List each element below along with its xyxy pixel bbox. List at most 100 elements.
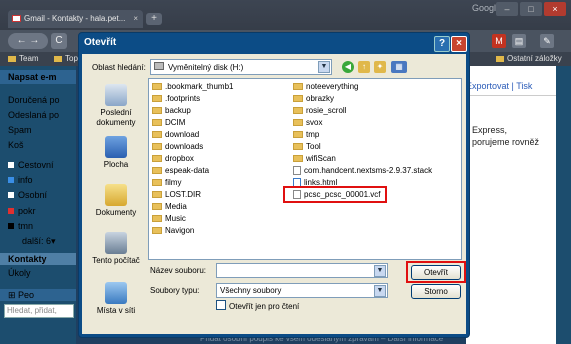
compose-button[interactable]: Napsat e-m — [8, 72, 57, 82]
file-item[interactable]: wifiScan — [293, 154, 336, 164]
reload-button[interactable]: C — [51, 33, 67, 49]
folder-icon — [152, 167, 162, 174]
file-item[interactable]: DCIM — [152, 118, 185, 128]
file-item[interactable]: download — [152, 130, 199, 140]
file-item[interactable]: noteeverything — [293, 82, 358, 92]
cancel-button[interactable]: Storno — [411, 284, 461, 299]
people-icon: ⊞ — [8, 290, 19, 300]
file-item[interactable]: filmy — [152, 178, 181, 188]
lookin-value: Vyměnitelný disk (H:) — [168, 63, 244, 72]
gmail-sidebar — [0, 66, 76, 344]
people-search-input[interactable]: Hledat, přidat, — [4, 304, 74, 318]
people-header[interactable]: ⊞ Peo — [8, 290, 34, 301]
lookin-label: Oblast hledání: — [92, 63, 146, 72]
folder-icon — [293, 119, 303, 126]
folder-icon — [152, 215, 162, 222]
file-item[interactable]: Media — [152, 202, 187, 212]
folder-icon — [152, 143, 162, 150]
up-folder-icon[interactable]: ↑ — [358, 61, 370, 73]
view-menu-icon[interactable]: ▦ — [391, 61, 407, 73]
nav-tasks[interactable]: Úkoly — [8, 268, 31, 278]
file-item[interactable]: rosie_scroll — [293, 106, 346, 116]
chevron-down-icon[interactable]: ▼ — [374, 285, 386, 297]
file-item[interactable]: backup — [152, 106, 191, 116]
place-desktop[interactable]: Plocha — [88, 136, 144, 170]
nav-trash[interactable]: Koš — [8, 140, 24, 150]
place-network[interactable]: Místa v síti — [88, 282, 144, 316]
other-bookmarks[interactable]: Ostatní záložky — [496, 54, 562, 63]
bookmark-top[interactable]: Top — [54, 54, 78, 63]
bookmark-team[interactable]: Team — [8, 54, 39, 63]
forward-icon[interactable]: → — [29, 35, 39, 46]
file-item[interactable]: svox — [293, 118, 322, 128]
label-item[interactable]: Cestovní — [8, 160, 54, 170]
folder-icon — [293, 95, 303, 102]
tab-gmail[interactable]: Gmail - Kontakty - hala.pet... × — [8, 10, 143, 28]
gmail-icon — [12, 15, 21, 22]
more-labels[interactable]: další: 6▾ — [22, 236, 56, 247]
nav-contacts[interactable]: Kontakty — [8, 254, 47, 264]
page-menu-icon[interactable]: ▤ — [512, 34, 526, 48]
file-item[interactable]: downloads — [152, 142, 203, 152]
chevron-down-icon[interactable]: ▼ — [318, 61, 330, 73]
file-icon — [293, 166, 301, 175]
back-icon[interactable]: ◀ — [342, 61, 354, 73]
folder-icon — [152, 107, 162, 114]
file-item[interactable]: LOST.DIR — [152, 190, 201, 200]
label-item[interactable]: pokr — [8, 206, 36, 216]
file-item[interactable]: .footprints — [152, 94, 200, 104]
label-color-icon — [8, 192, 14, 198]
readonly-checkbox[interactable]: Otevřít jen pro čtení — [216, 300, 299, 311]
folder-icon — [8, 56, 16, 62]
new-tab-button[interactable]: + — [146, 13, 162, 25]
folder-icon — [293, 143, 303, 150]
label-item[interactable]: tmn — [8, 221, 33, 231]
open-button[interactable]: Otevřít — [411, 265, 461, 280]
window-close-button[interactable]: × — [544, 2, 566, 16]
file-item[interactable]: tmp — [293, 130, 319, 140]
folder-icon — [152, 203, 162, 210]
file-item[interactable]: .bookmark_thumb1 — [152, 82, 233, 92]
dialog-close-button[interactable]: × — [451, 36, 467, 52]
file-item[interactable]: obrazky — [293, 94, 334, 104]
nav-sent[interactable]: Odeslaná po — [8, 110, 59, 120]
file-item[interactable]: Navigon — [152, 226, 194, 236]
file-item[interactable]: com.handcent.nextsms-2.9.37.stack — [293, 166, 432, 176]
folder-icon — [152, 83, 162, 90]
minimize-button[interactable]: – — [496, 2, 518, 16]
maximize-button[interactable]: □ — [520, 2, 542, 16]
file-item[interactable]: Music — [152, 214, 186, 224]
label-color-icon — [8, 177, 14, 183]
nav-spam[interactable]: Spam — [8, 125, 32, 135]
dialog-title: Otevřít — [84, 37, 117, 48]
label-item[interactable]: Osobní — [8, 190, 47, 200]
folder-icon — [152, 227, 162, 234]
label-item[interactable]: info — [8, 175, 33, 185]
filename-label: Název souboru: — [150, 266, 207, 275]
back-icon[interactable]: ← — [17, 35, 27, 46]
folder-icon — [496, 56, 504, 62]
folder-icon — [293, 107, 303, 114]
tab-close-icon[interactable]: × — [133, 10, 138, 28]
folder-icon — [152, 155, 162, 162]
file-item[interactable]: Tool — [293, 142, 321, 152]
help-button[interactable]: ? — [434, 36, 450, 52]
file-item[interactable]: dropbox — [152, 154, 194, 164]
new-folder-icon[interactable]: ✦ — [374, 61, 386, 73]
place-documents[interactable]: Dokumenty — [88, 184, 144, 218]
place-recent[interactable]: Poslední dokumenty — [88, 84, 144, 128]
file-item[interactable]: espeak-data — [152, 166, 209, 176]
folder-icon — [54, 56, 62, 62]
chevron-down-icon[interactable]: ▼ — [374, 265, 386, 277]
place-computer[interactable]: Tento počítač — [88, 232, 144, 266]
nav-inbox[interactable]: Doručená po — [8, 95, 60, 105]
gmail-toolbar-icon[interactable]: M — [492, 34, 506, 48]
right-edge-bar — [556, 66, 571, 344]
filetype-value: Všechny soubory — [220, 286, 282, 295]
wrench-icon[interactable]: ✎ — [540, 34, 554, 48]
filename-input[interactable]: ▼ — [216, 263, 388, 278]
checkbox-icon[interactable] — [216, 300, 226, 310]
recent-documents-icon — [105, 84, 127, 106]
back-forward-buttons[interactable]: ← → — [8, 33, 48, 49]
desktop-icon — [105, 136, 127, 158]
